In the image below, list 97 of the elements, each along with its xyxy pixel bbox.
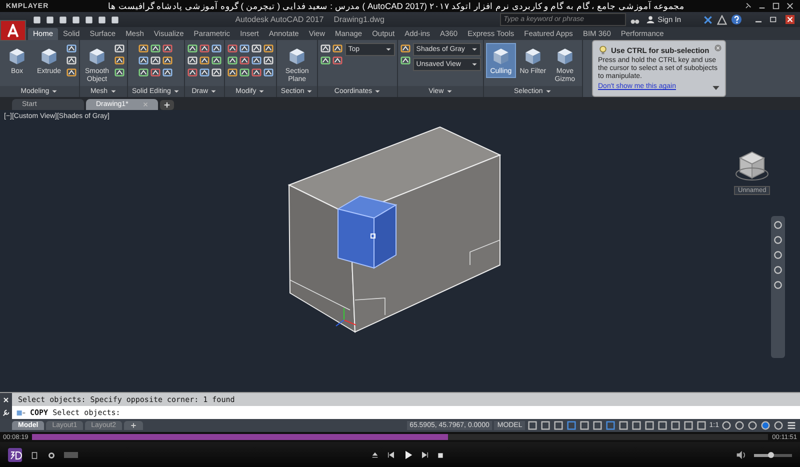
tool-icon[interactable] [198,55,210,66]
wrench-icon[interactable] [2,408,10,416]
close-icon[interactable] [786,2,794,10]
caret-icon[interactable] [172,88,180,95]
status-toggle-icon[interactable] [553,420,564,431]
tool-icon[interactable] [186,43,198,54]
tool-icon[interactable] [262,43,274,54]
caret-icon[interactable] [210,88,218,95]
caret-icon[interactable] [544,88,552,95]
next-icon[interactable] [420,451,428,459]
pin-icon[interactable] [744,2,752,10]
status-toggle-icon[interactable] [734,420,745,431]
caret-icon[interactable] [470,46,478,53]
tool-icon[interactable] [332,55,344,66]
tool-icon[interactable] [332,43,344,54]
caret-icon[interactable] [51,88,58,95]
tool-icon[interactable] [66,43,77,54]
caret-icon[interactable] [258,88,266,95]
tool-icon[interactable] [150,43,162,54]
tool-icon[interactable] [162,43,174,54]
status-toggle-icon[interactable] [760,420,771,431]
new-tab-button[interactable] [160,100,174,110]
tool-icon[interactable] [186,67,198,78]
status-toggle-icon[interactable] [721,420,732,431]
restore-icon[interactable] [769,15,778,24]
tool-icon[interactable] [198,67,210,78]
status-toggle-icon[interactable] [773,420,784,431]
command-icon[interactable] [16,408,26,418]
application-menu-button[interactable] [0,20,26,41]
tool-icon[interactable] [238,43,250,54]
eject-icon[interactable] [370,451,378,459]
menu-icon[interactable] [786,420,797,431]
tool-icon[interactable] [114,67,125,78]
tool-icon[interactable] [138,67,150,78]
tool-icon[interactable] [162,55,174,66]
tool-icon[interactable] [226,67,238,78]
file-name: Drawing1.dwg [334,15,384,24]
status-toggle-icon[interactable] [579,420,590,431]
tool-icon[interactable] [250,55,262,66]
tool-icon[interactable] [66,67,77,78]
status-toggle-icon[interactable] [527,420,538,431]
caret-icon[interactable] [712,84,720,92]
status-toggle-icon[interactable] [747,420,758,431]
player-title: مجموعه آموزشی جامع ، گام به گام و کاربردی نرم افزار اتوکد ۲۰۱۷ (AutoCAD 2017 ) مدرس : سعید فدایی ( تیچرمن ) گروه آموزشی پادشاه گرافیست ها [106,1,686,11]
status-toggle-icon[interactable] [592,420,604,431]
tool-icon[interactable] [150,67,162,78]
tool-icon[interactable] [198,43,210,54]
plus-icon [163,101,171,109]
status-toggle-icon[interactable] [540,420,552,431]
speaker-icon[interactable] [736,450,746,460]
close-icon[interactable] [784,15,796,24]
tool-icon[interactable] [400,55,412,66]
caret-icon[interactable] [374,88,382,95]
letter-a-logo-icon [6,24,20,38]
tool-icon[interactable] [210,43,222,54]
light-bulb-icon [598,45,608,55]
ucs-icon [336,308,356,326]
tool-icon[interactable] [226,55,238,66]
status-toggle-icon[interactable] [644,420,656,431]
stop-icon[interactable] [436,452,444,458]
tool-icon[interactable] [238,67,250,78]
status-toggle-icon[interactable] [657,420,668,431]
3d-mode-icon[interactable] [8,448,22,462]
status-toggle-icon[interactable] [683,420,694,431]
tool-icon[interactable] [210,55,222,66]
help-icon[interactable] [731,14,742,25]
tool-icon[interactable] [262,67,274,78]
status-toggle-icon[interactable] [670,420,682,431]
plus-icon [130,422,138,429]
tool-icon[interactable] [114,55,125,66]
new-layout-button[interactable] [124,421,144,430]
caret-icon[interactable] [110,88,117,95]
tool-icon[interactable] [400,43,412,54]
status-toggle-icon[interactable] [696,420,708,431]
caret-icon[interactable] [446,88,453,95]
volume-thumb[interactable] [768,452,774,458]
selected-cube[interactable] [336,195,398,269]
tool-icon[interactable] [320,55,332,66]
caret-icon[interactable] [306,88,314,95]
status-toggle-icon[interactable] [605,420,616,431]
caret-icon[interactable] [470,61,478,68]
volume-slider[interactable] [754,454,792,456]
status-toggle-icon[interactable] [566,420,578,431]
tool-icon[interactable] [250,67,262,78]
caret-icon[interactable] [385,46,392,53]
status-toggle-icon[interactable] [631,420,642,431]
previous-icon[interactable] [386,451,394,459]
status-toggle-icon[interactable] [618,420,630,431]
user-icon [646,15,655,24]
tool-icon[interactable] [226,43,238,54]
app-title: Autodesk AutoCAD 2017 [235,15,324,24]
tool-icon[interactable] [138,43,150,54]
tool-icon[interactable] [238,55,250,66]
play-icon[interactable] [402,450,412,460]
maximize-icon[interactable] [772,2,780,10]
tool-icon[interactable] [138,55,150,66]
tool-icon[interactable] [162,67,174,78]
